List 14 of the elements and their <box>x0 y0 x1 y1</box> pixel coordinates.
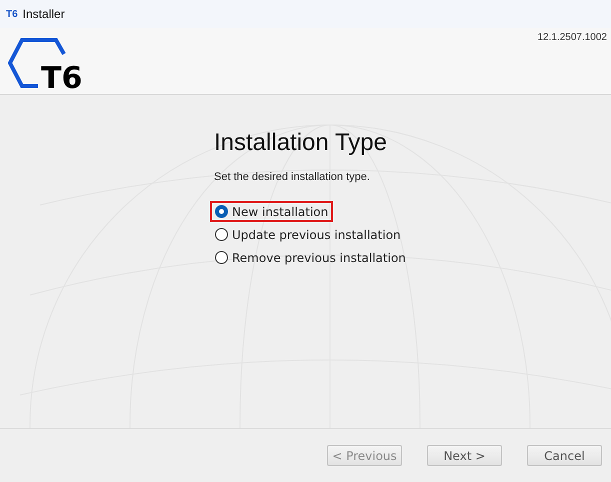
logo: T6 <box>8 36 98 92</box>
radio-option[interactable]: New installation <box>210 201 334 222</box>
version-label: 12.1.2507.1002 <box>537 32 607 45</box>
radio-option[interactable]: Update previous installation <box>210 224 406 245</box>
app-icon: T6 <box>6 8 18 20</box>
window-title: Installer <box>22 7 65 21</box>
radio-button[interactable] <box>215 205 228 218</box>
radio-button[interactable] <box>215 228 228 241</box>
nav-button[interactable]: Next > <box>427 445 502 466</box>
page-title: Installation Type <box>214 129 388 157</box>
nav-button[interactable]: Cancel <box>527 445 602 466</box>
page-subtitle: Set the desired installation type. <box>214 171 371 183</box>
radio-button[interactable] <box>215 251 228 264</box>
radio-option[interactable]: Remove previous installation <box>210 247 411 268</box>
